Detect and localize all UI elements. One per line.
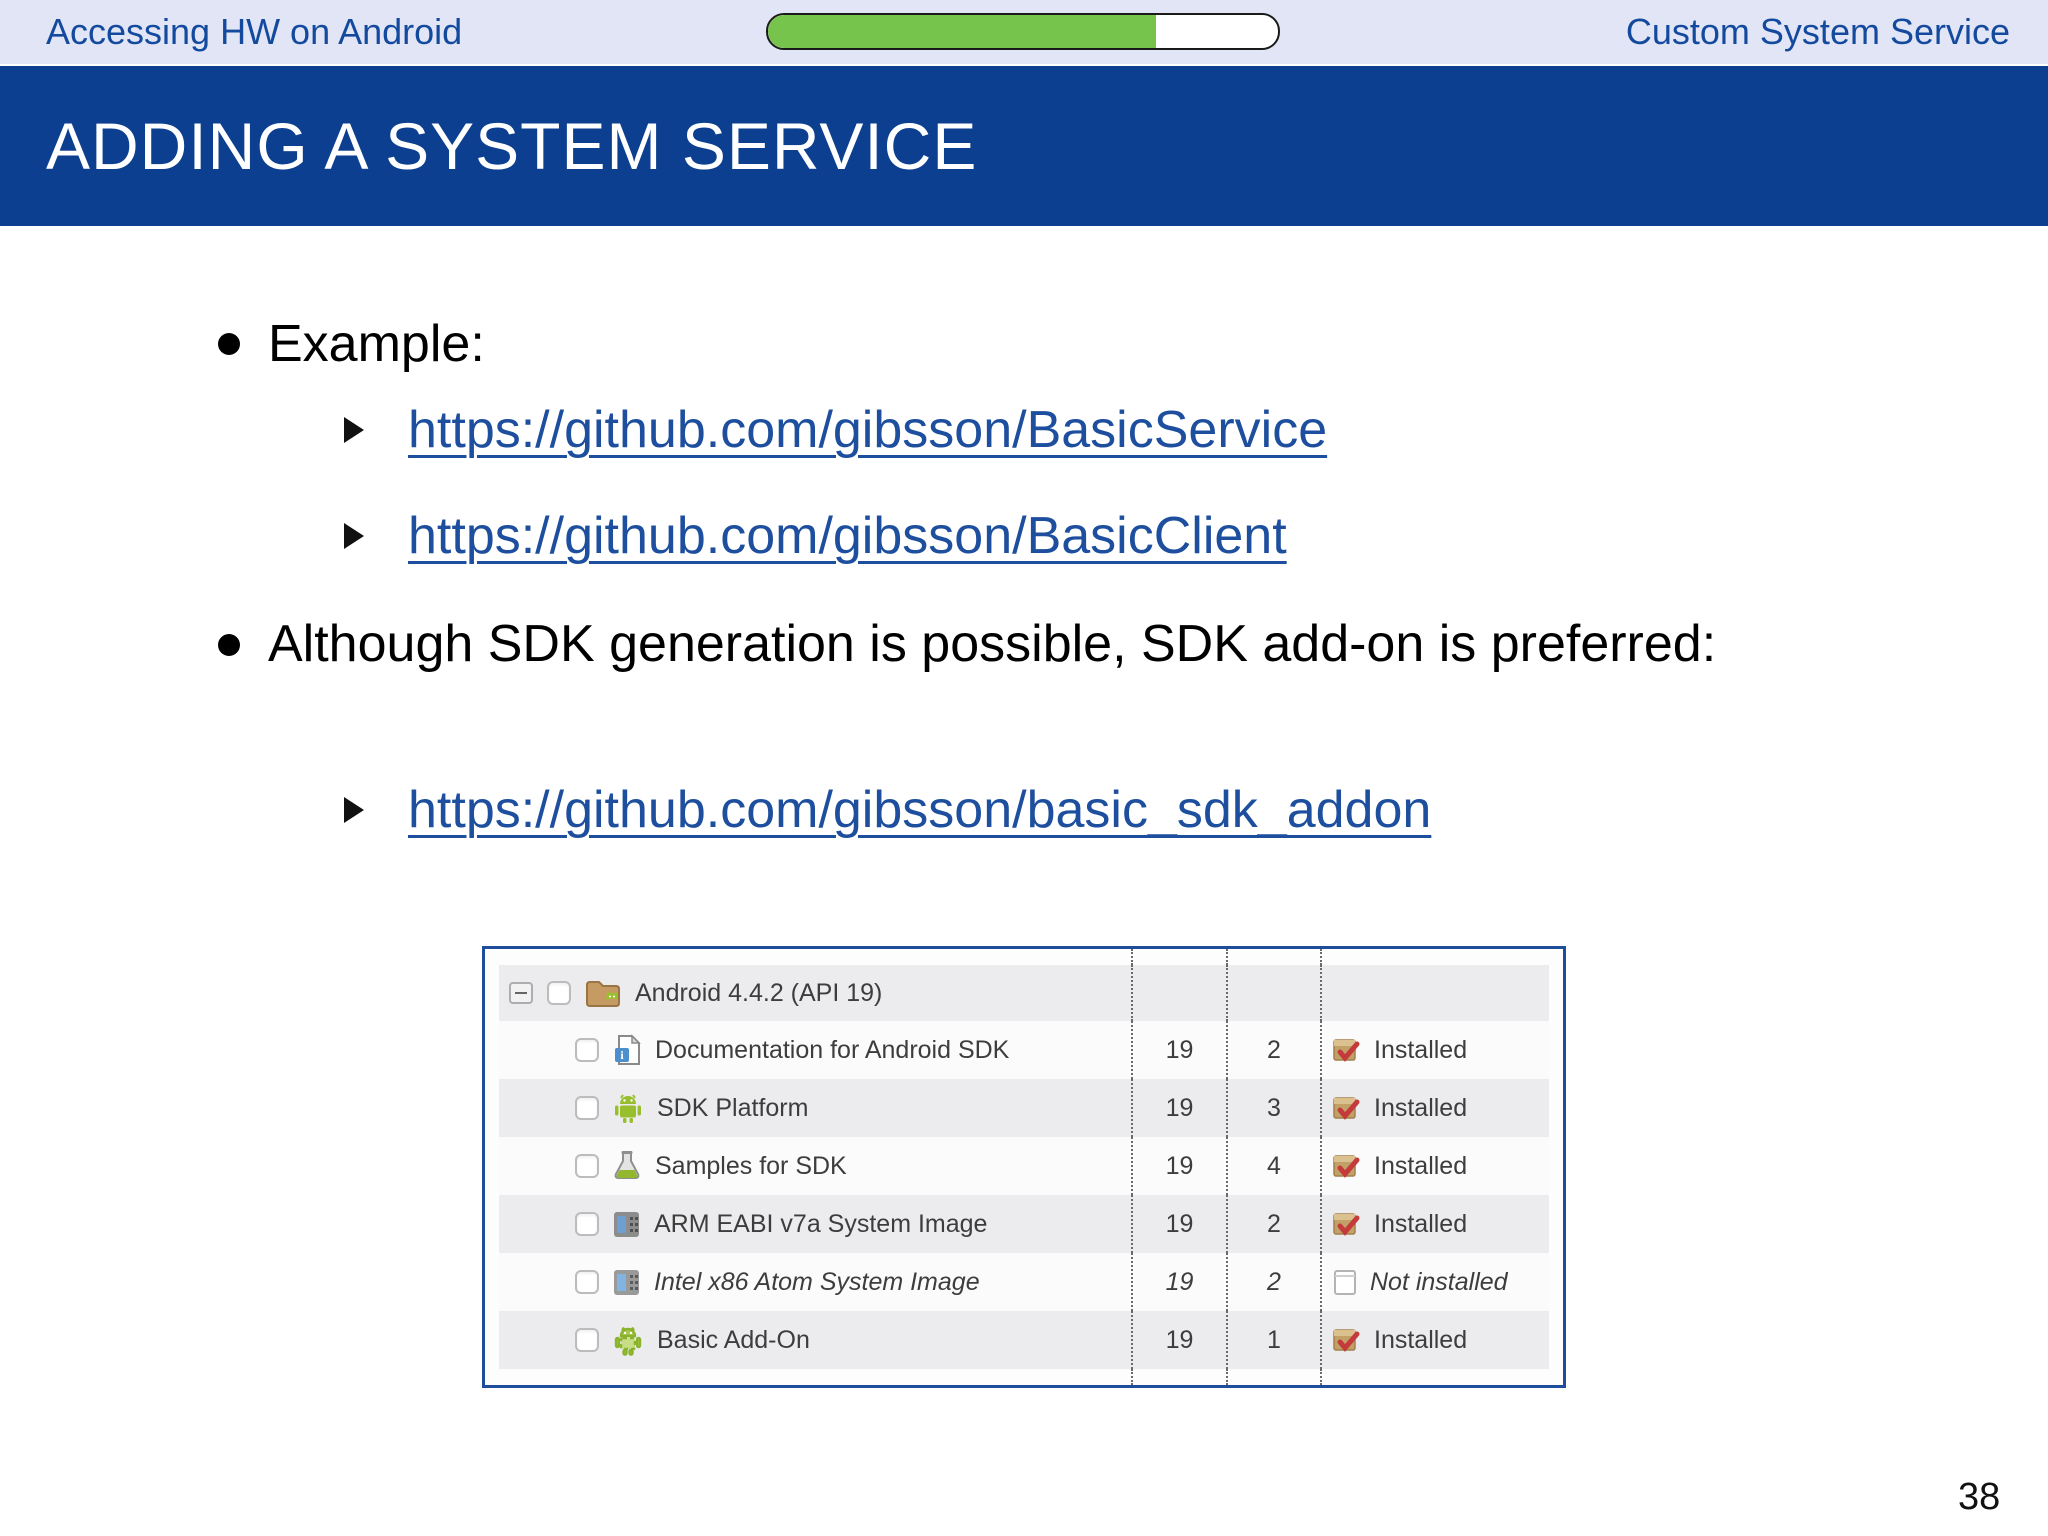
revision-cell: 4 xyxy=(1228,1137,1322,1195)
link-row-sdk-addon: https://github.com/gibsson/basic_sdk_add… xyxy=(344,780,1431,840)
row-label: Intel x86 Atom System Image xyxy=(654,1267,980,1296)
status-label: Installed xyxy=(1374,1035,1468,1064)
android-folder-icon xyxy=(586,981,620,1007)
revision-cell: 1 xyxy=(1228,1311,1322,1369)
status-label: Installed xyxy=(1374,1209,1468,1238)
link-basic-sdk-addon[interactable]: https://github.com/gibsson/basic_sdk_add… xyxy=(408,780,1431,840)
top-header-bar: Accessing HW on Android Custom System Se… xyxy=(0,0,2048,64)
status-label: Installed xyxy=(1374,1093,1468,1122)
triangle-bullet-icon xyxy=(344,417,364,443)
page-title: ADDING A SYSTEM SERVICE xyxy=(46,109,978,183)
row-checkbox[interactable] xyxy=(575,1270,599,1294)
row-checkbox[interactable] xyxy=(575,1038,599,1062)
row-label: Samples for SDK xyxy=(655,1151,847,1180)
revision-cell: 2 xyxy=(1228,1253,1322,1311)
row-checkbox[interactable] xyxy=(575,1154,599,1178)
bullet-sdk-addon: Although SDK generation is possible, SDK… xyxy=(218,608,1738,681)
page-number: 38 xyxy=(1958,1476,2001,1518)
arm-chip-icon xyxy=(614,1211,639,1237)
api-level-cell: 19 xyxy=(1133,1137,1228,1195)
revision-cell: 3 xyxy=(1228,1079,1322,1137)
table-row: Basic Add-On 19 1 Installed xyxy=(499,1311,1549,1369)
status-label: Installed xyxy=(1374,1151,1468,1180)
slide-title-bar: ADDING A SYSTEM SERVICE xyxy=(0,66,2048,226)
revision-cell: 2 xyxy=(1228,1195,1322,1253)
table-group-row: Android 4.4.2 (API 19) xyxy=(499,965,1549,1021)
table-spacer-row xyxy=(499,1369,1549,1385)
table-row: SDK Platform 19 3 Installed xyxy=(499,1079,1549,1137)
api-level-cell: 19 xyxy=(1133,1021,1228,1079)
revision-cell: 2 xyxy=(1228,1021,1322,1079)
row-label: Documentation for Android SDK xyxy=(655,1035,1010,1064)
bullet-dot-icon xyxy=(218,634,240,656)
api-level-cell: 19 xyxy=(1133,1311,1228,1369)
intel-chip-icon xyxy=(614,1269,639,1295)
package-installed-icon xyxy=(1333,1155,1360,1178)
triangle-bullet-icon xyxy=(344,523,364,549)
package-installed-icon xyxy=(1333,1097,1360,1120)
course-title: Accessing HW on Android xyxy=(46,11,463,52)
row-label: ARM EABI v7a System Image xyxy=(654,1209,988,1238)
link-row-basicservice: https://github.com/gibsson/BasicService xyxy=(344,400,1327,460)
status-label: Not installed xyxy=(1370,1267,1508,1296)
table-row: ARM EABI v7a System Image 19 2 Installed xyxy=(499,1195,1549,1253)
android-addon-icon xyxy=(614,1326,642,1356)
api-level-cell: 19 xyxy=(1133,1253,1228,1311)
api-level-cell: 19 xyxy=(1133,1195,1228,1253)
progress-bar-fill xyxy=(768,15,1156,48)
link-basicservice[interactable]: https://github.com/gibsson/BasicService xyxy=(408,400,1327,460)
documentation-icon: i xyxy=(615,1034,641,1065)
link-row-basicclient: https://github.com/gibsson/BasicClient xyxy=(344,506,1287,566)
samples-flask-icon xyxy=(614,1151,640,1179)
row-label: SDK Platform xyxy=(657,1093,809,1122)
row-checkbox[interactable] xyxy=(575,1096,599,1120)
progress-bar xyxy=(766,13,1280,50)
api-level-cell: 19 xyxy=(1133,1079,1228,1137)
android-robot-icon xyxy=(615,1094,641,1123)
bullet-dot-icon xyxy=(218,333,240,356)
triangle-bullet-icon xyxy=(344,797,364,823)
row-label: Basic Add-On xyxy=(657,1325,810,1354)
table-row: Intel x86 Atom System Image 19 2 Not ins… xyxy=(499,1253,1549,1311)
row-checkbox[interactable] xyxy=(575,1328,599,1352)
group-row-label: Android 4.4.2 (API 19) xyxy=(635,978,883,1007)
collapse-minus-icon[interactable] xyxy=(509,982,533,1004)
package-installed-icon xyxy=(1333,1329,1360,1352)
empty-box-icon xyxy=(1334,1270,1356,1295)
table-row: i Documentation for Android SDK 19 2 Ins… xyxy=(499,1021,1549,1079)
row-checkbox[interactable] xyxy=(575,1212,599,1236)
link-basicclient[interactable]: https://github.com/gibsson/BasicClient xyxy=(408,506,1287,566)
package-installed-icon xyxy=(1333,1213,1360,1236)
section-title: Custom System Service xyxy=(1625,11,2010,52)
bullet-label: Example: xyxy=(268,315,485,373)
package-installed-icon xyxy=(1333,1039,1360,1062)
bullet-label: Although SDK generation is possible, SDK… xyxy=(268,615,1717,673)
status-label: Installed xyxy=(1374,1325,1468,1354)
group-checkbox[interactable] xyxy=(547,981,571,1005)
table-row: Samples for SDK 19 4 Installed xyxy=(499,1137,1549,1195)
sdk-manager-table: Android 4.4.2 (API 19) i Documentation f… xyxy=(482,946,1566,1388)
table-spacer-row xyxy=(499,949,1549,965)
bullet-example: Example: xyxy=(218,308,485,381)
